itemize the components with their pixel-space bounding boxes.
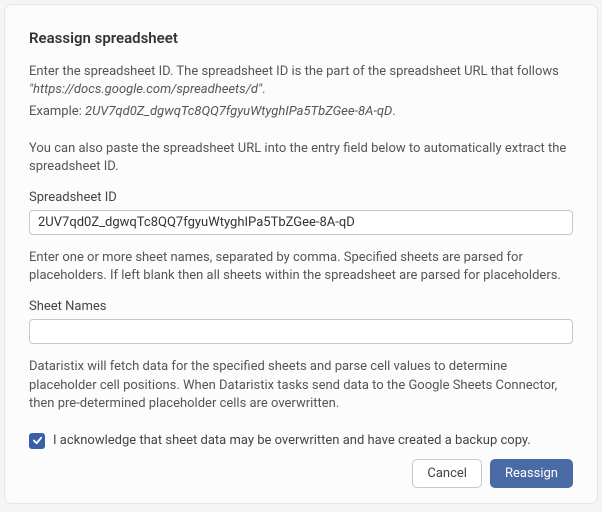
- reassign-spreadsheet-dialog: Reassign spreadsheet Enter the spreadshe…: [4, 4, 598, 504]
- intro-line2: You can also paste the spreadsheet URL i…: [29, 140, 573, 176]
- intro-url-example: "https://docs.google.com/spreadheets/d": [29, 82, 262, 97]
- ack-row: I acknowledge that sheet data may be ove…: [29, 433, 573, 449]
- intro-example: Example: 2UV7qd0Z_dgwqTc8QQ7fgyuWtyghIPa…: [29, 103, 573, 121]
- reassign-button[interactable]: Reassign: [490, 459, 573, 488]
- check-icon: [32, 435, 43, 446]
- intro-line1-prefix: Enter the spreadsheet ID. The spreadshee…: [29, 64, 559, 79]
- spreadsheet-id-input[interactable]: [29, 210, 573, 235]
- ack-checkbox[interactable]: [29, 433, 45, 449]
- intro-example-value: 2UV7qd0Z_dgwqTc8QQ7fgyuWtyghIPa5TbZGee-8…: [85, 104, 392, 119]
- button-row: Cancel Reassign: [29, 459, 573, 488]
- fetch-help: Dataristix will fetch data for the speci…: [29, 358, 573, 413]
- spreadsheet-id-label: Spreadsheet ID: [29, 190, 573, 205]
- ack-label[interactable]: I acknowledge that sheet data may be ove…: [53, 433, 531, 448]
- intro-example-suffix: .: [392, 104, 395, 119]
- intro-example-label: Example:: [29, 104, 85, 119]
- intro-line1: Enter the spreadsheet ID. The spreadshee…: [29, 63, 573, 99]
- sheet-names-input[interactable]: [29, 319, 573, 344]
- intro-line1-suffix: .: [262, 82, 265, 97]
- intro-help-block: Enter the spreadsheet ID. The spreadshee…: [29, 63, 573, 126]
- cancel-button[interactable]: Cancel: [412, 459, 482, 488]
- sheet-names-help: Enter one or more sheet names, separated…: [29, 249, 573, 285]
- sheet-names-label: Sheet Names: [29, 299, 573, 314]
- dialog-title: Reassign spreadsheet: [29, 29, 573, 47]
